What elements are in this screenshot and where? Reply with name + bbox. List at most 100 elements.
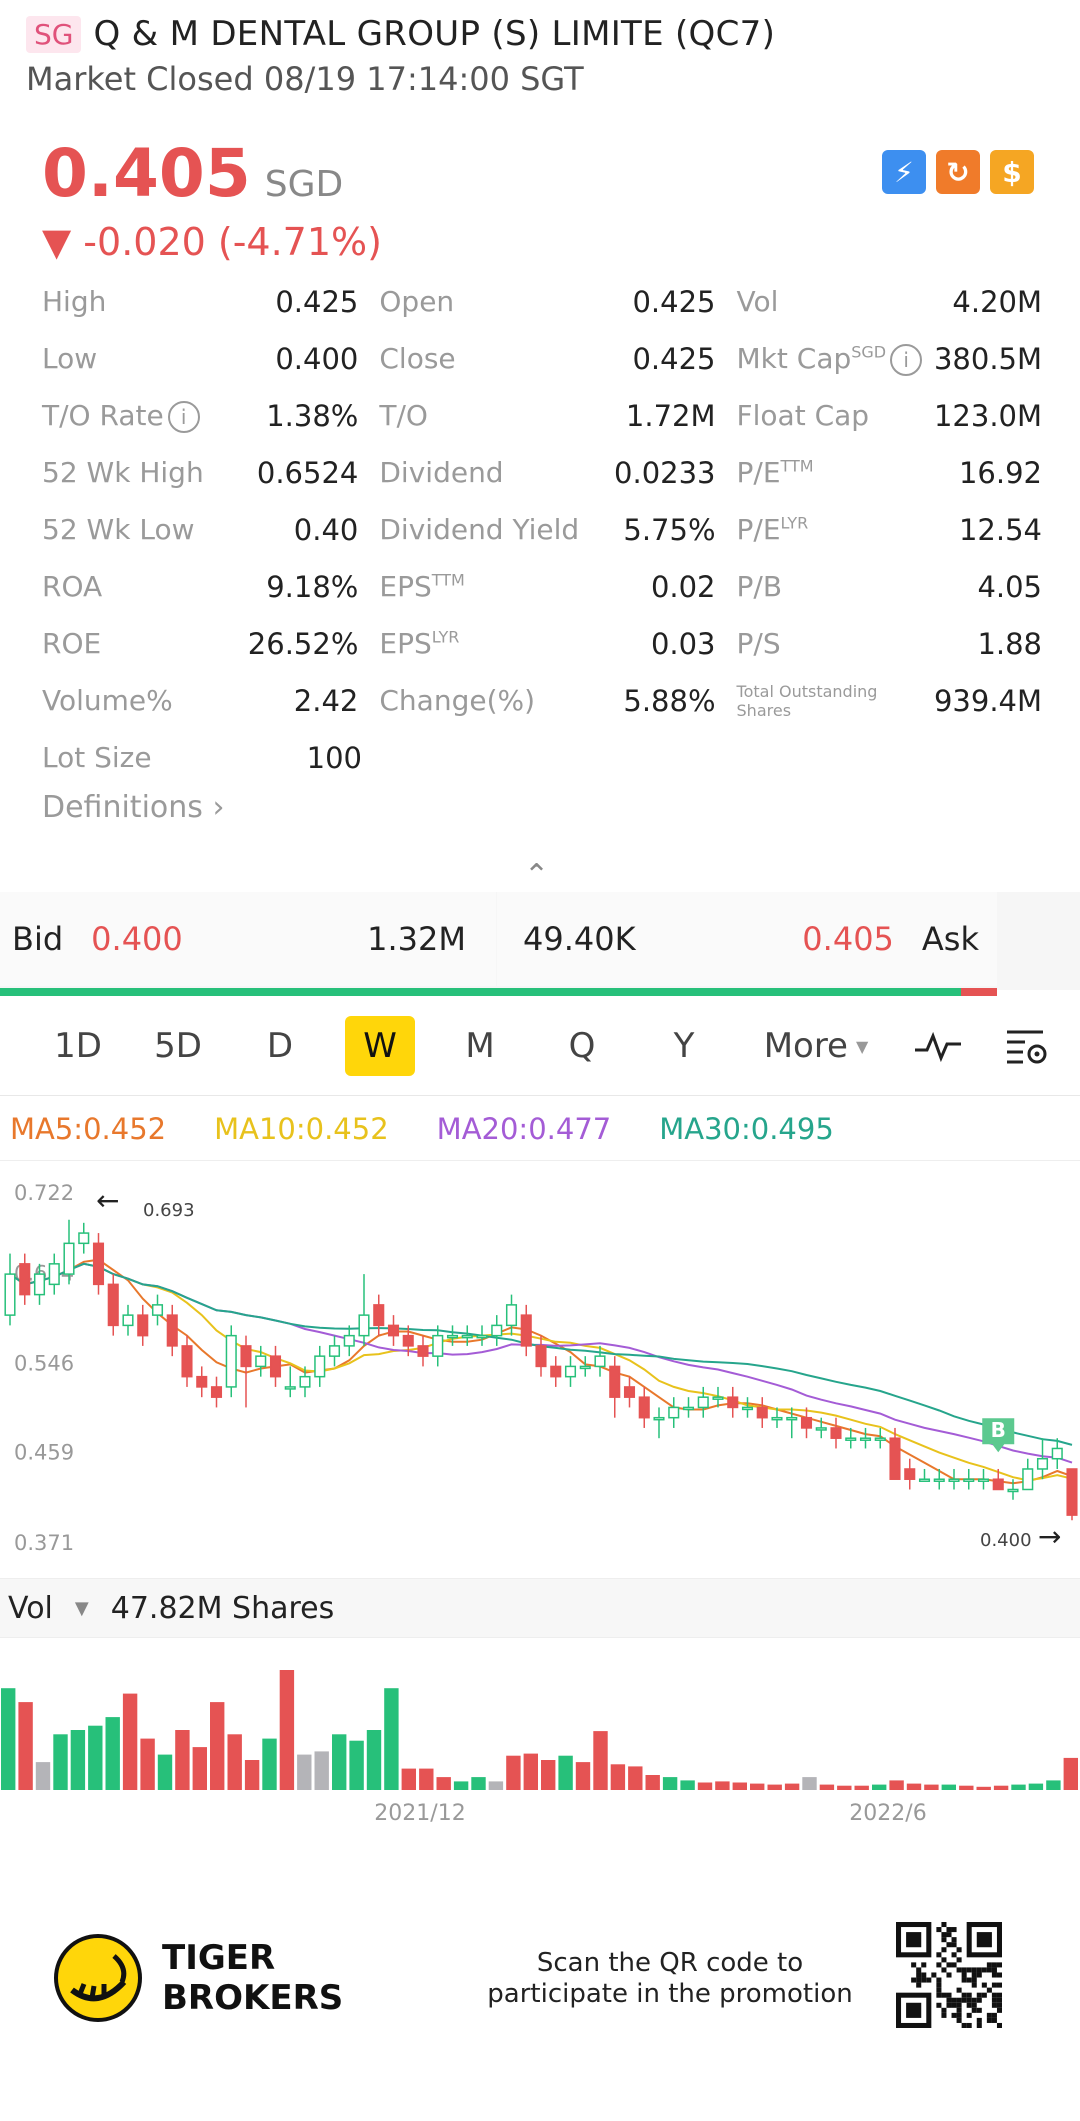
ps-label: P/S [736,627,781,660]
volume-chart[interactable]: 2021/12 2022/6 [0,1640,1080,1840]
volume-bar [541,1760,556,1790]
indicator-icon[interactable] [908,1016,968,1076]
candle-body [1036,1457,1049,1470]
candle-body [579,1365,591,1370]
brand-line1: TIGER [162,1938,276,1978]
candle-body [918,1478,931,1482]
wk52h-value: 0.6524 [256,455,359,490]
candle-body [815,1427,827,1431]
volume-bar [610,1764,626,1790]
candle-body [48,1263,60,1286]
divider [0,1095,1080,1096]
candle-body [33,1273,46,1296]
ask-side[interactable]: 49.40K 0.405 Ask [497,892,997,986]
definitions-link[interactable]: Definitions › [42,790,224,825]
candle-body [137,1314,149,1337]
tiger-logo-icon [54,1934,142,2022]
float-value: 123.0M [933,398,1043,433]
wk52l-value: 0.40 [293,512,359,547]
tab-1d[interactable]: 1D [48,1016,108,1076]
chevron-right-icon: › [212,790,225,825]
candle-body [904,1468,916,1480]
candle-body [19,1263,31,1296]
volume-bar [1046,1780,1061,1790]
period-tabs: 1D 5D D W M Q Y More ▼ [0,1010,1080,1086]
chart-settings-icon[interactable] [996,1016,1056,1076]
candle-body [343,1334,355,1347]
tab-q[interactable]: Q [552,1016,612,1076]
open-value: 0.425 [632,284,716,319]
chevron-down-icon[interactable]: ▼ [75,1598,89,1619]
eps-ttm-label: EPSTTM [379,570,464,603]
volume-bar [332,1734,347,1790]
volume-bar [279,1670,295,1790]
tab-d[interactable]: D [250,1016,310,1076]
candle-body [727,1396,739,1409]
candlestick-chart[interactable]: 0.7220.6340.5460.4590.3710.693←0.400 →B [0,1160,1080,1578]
stats-row: 52 Wk Low 0.40 Dividend Yield 5.75% P/ELYR… [42,501,1042,558]
volume-bar [697,1782,713,1790]
tab-y[interactable]: Y [654,1016,714,1076]
pe-lyr-label: P/ELYR [737,513,809,546]
volume-bar [628,1766,643,1790]
tab-5d[interactable]: 5D [148,1016,208,1076]
volume-bar [227,1734,242,1790]
candle-body [638,1396,650,1419]
volume-bar [384,1688,399,1790]
roe-value: 26.52% [247,626,359,661]
scan-text: Scan the QR code to participate in the p… [470,1948,870,2010]
ask-ratio-bar [961,988,997,996]
candle-body [1007,1488,1019,1493]
info-icon[interactable]: i [890,343,923,376]
eps-lyr-value: 0.03 [650,626,716,661]
tab-m[interactable]: M [450,1016,510,1076]
x-axis-label: 2022/6 [849,1801,926,1826]
volume-bar [401,1768,416,1790]
settings-list-icon [1007,1030,1047,1064]
arrow-right-icon: → [1038,1520,1061,1553]
candle-body [874,1437,886,1441]
candle-body [771,1416,783,1421]
volume-label[interactable]: Vol [8,1591,53,1626]
chgpct-label: Change(%) [379,684,536,717]
buy-marker-label: B [991,1418,1006,1442]
divy-value: 5.75% [623,512,716,547]
dollar-icon[interactable]: $ [990,150,1034,194]
candle-body [564,1365,577,1378]
candle-body [1022,1468,1034,1491]
more-dropdown[interactable]: More ▼ [756,1016,876,1076]
volume-bar [802,1777,817,1790]
ma30-label: MA30:0.495 [659,1112,834,1146]
volume-bar [453,1781,469,1790]
volume-bar [35,1762,51,1790]
info-icon[interactable]: i [167,400,200,433]
candle-body [741,1406,754,1411]
candle-body [432,1334,444,1357]
brand-name: TIGER BROKERS [162,1938,343,2018]
volume-bar [1028,1783,1044,1790]
refresh-icon[interactable]: ↻ [936,150,980,194]
bid-side[interactable]: Bid 0.400 1.32M [0,892,496,986]
candle-body [933,1478,945,1482]
candle-body [225,1334,237,1388]
volume-bar [993,1785,1009,1790]
tab-w[interactable]: W [345,1016,415,1076]
candle-body [417,1345,429,1357]
volume-bar [959,1785,974,1790]
pulse-icon [915,1031,961,1063]
chevron-up-icon[interactable]: ⌃ [524,858,549,893]
brand-line2: BROKERS [162,1978,344,2018]
to-rate-value: 1.38% [266,398,359,433]
arrow-left-icon: ← [96,1184,119,1217]
mktcap-sup: SGD [851,342,887,362]
stats-row: ROE 26.52% EPSLYR 0.03 P/S 1.88 [42,615,1042,672]
lightning-icon[interactable]: ⚡ [882,150,926,194]
stats-row: Low 0.400 Close 0.425 Mkt CapSGD i 380.5M [42,330,1042,387]
candle-body [284,1386,296,1390]
tos-label: Total Outstanding Shares [736,681,878,720]
y-tick-label: 0.722 [14,1181,74,1205]
candle-body [889,1437,901,1480]
candle-body [299,1375,311,1388]
ma20-label: MA20:0.477 [436,1112,612,1146]
candle-body [446,1334,459,1339]
